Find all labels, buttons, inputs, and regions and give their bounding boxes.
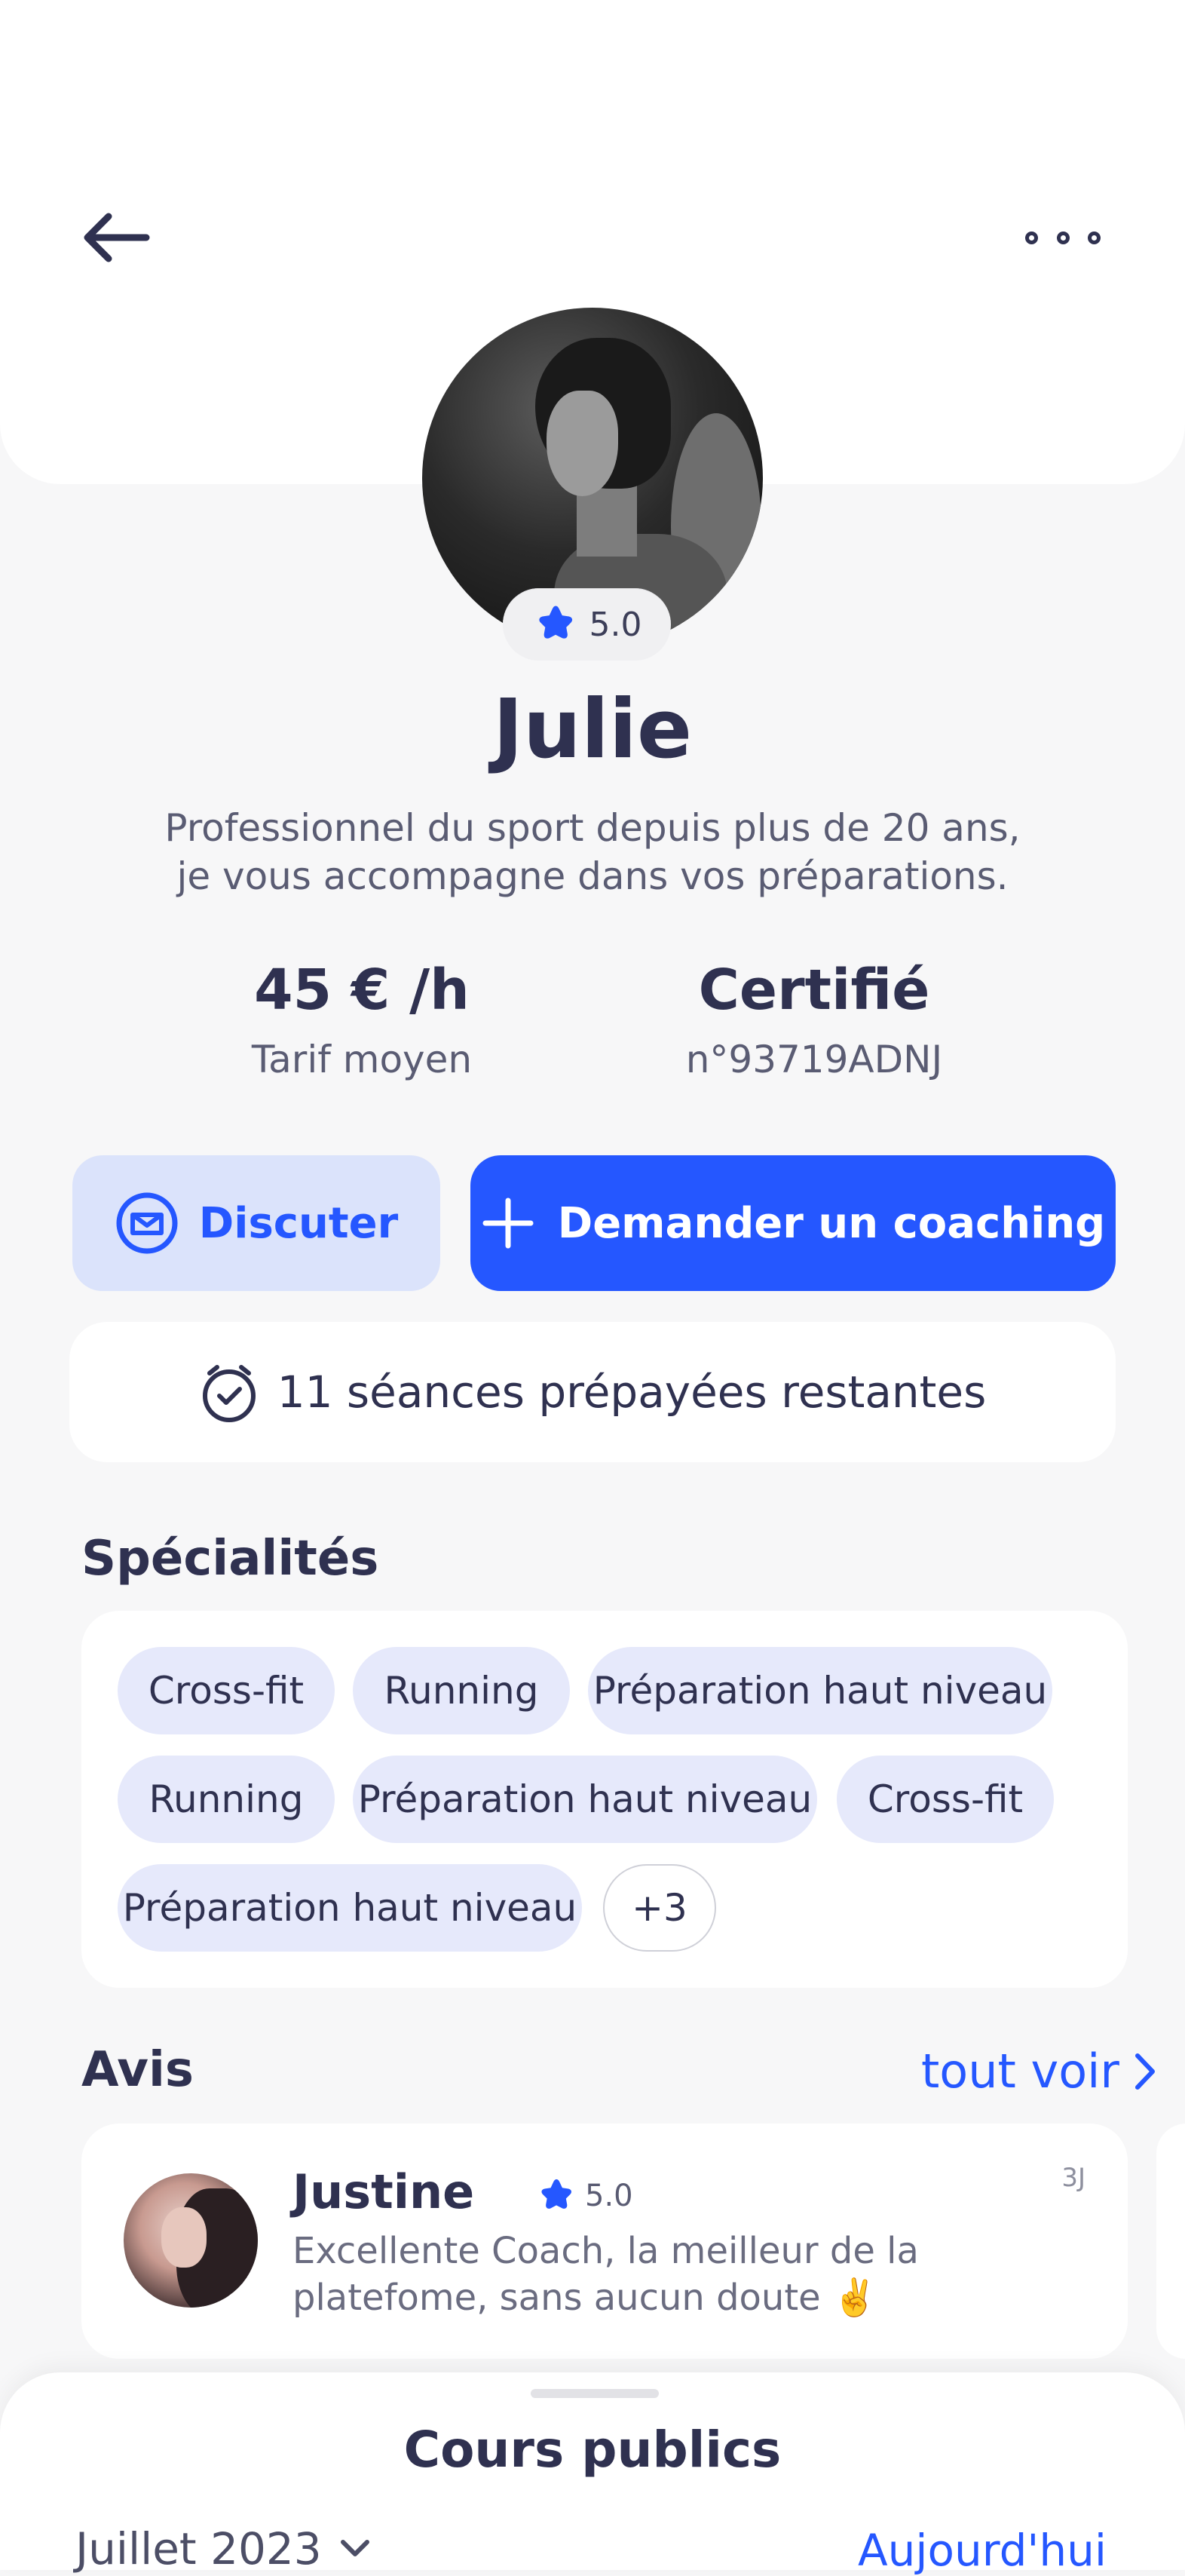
prepaid-sessions-label: 11 séances prépayées restantes [277,1366,987,1418]
message-icon [116,1192,178,1254]
arrow-left-icon [84,213,150,262]
coach-bio: Professionnel du sport depuis plus de 20… [0,804,1185,900]
sheet-drag-handle[interactable] [531,2389,659,2398]
month-selector[interactable]: Juillet 2023 [75,2523,372,2574]
specialty-chip[interactable]: Running [118,1756,335,1843]
certification-number: n°93719ADNJ [685,1038,943,1081]
more-options-button[interactable] [1025,219,1101,256]
coach-name: Julie [492,682,693,777]
reviewer-avatar [124,2173,258,2308]
month-label: Juillet 2023 [75,2523,322,2574]
rate-value: 45 € /h [254,958,470,1023]
certification-stat: Certifié n°93719ADNJ [648,958,980,1081]
rate-stat: 45 € /h Tarif moyen [211,958,513,1081]
chevron-down-icon [340,2540,369,2556]
plus-icon [482,1198,534,1249]
review-rating-value: 5.0 [585,2179,633,2213]
review-card[interactable]: Justine 5.0 3J Excellente Coach, la meil… [81,2124,1128,2359]
review-text: Excellente Coach, la meilleur de la plat… [292,2230,919,2319]
bio-line-2: je vous accompagne dans vos préparations… [176,854,1009,898]
back-button[interactable] [78,204,161,271]
public-courses-sheet[interactable]: Cours publics Juillet 2023 Aujourd'hui [0,2372,1185,2576]
request-coaching-button[interactable]: Demander un coaching [470,1155,1116,1291]
prepaid-sessions-banner[interactable]: 11 séances prépayées restantes [69,1322,1116,1462]
specialties-card: Cross-fit Running Préparation haut nivea… [81,1611,1128,1988]
public-courses-title: Cours publics [403,2421,782,2479]
reviews-title: Avis [81,2042,194,2098]
timer-icon [202,1365,256,1422]
specialty-chip[interactable]: Préparation haut niveau [588,1647,1052,1734]
star-icon [538,606,572,639]
specialty-chip[interactable]: Running [353,1647,570,1734]
specialties-title: Spécialités [81,1531,379,1587]
request-coaching-label: Demander un coaching [557,1198,1106,1248]
certification-value: Certifié [698,958,930,1023]
specialty-chip[interactable]: Cross-fit [837,1756,1054,1843]
chat-button-label: Discuter [198,1198,399,1248]
chevron-right-icon [1134,2053,1155,2090]
reviewer-name: Justine [292,2164,475,2219]
coach-rating-badge: 5.0 [503,588,671,661]
next-review-card[interactable] [1156,2124,1185,2359]
specialty-chip[interactable]: Cross-fit [118,1647,335,1734]
chat-button[interactable]: Discuter [72,1155,440,1291]
star-icon [541,2179,571,2209]
rate-label: Tarif moyen [251,1038,473,1081]
today-button[interactable]: Aujourd'hui [858,2525,1107,2576]
review-time: 3J [1061,2163,1085,2193]
see-all-label: tout voir [921,2044,1119,2099]
specialty-chip[interactable]: Préparation haut niveau [353,1756,817,1843]
review-rating: 5.0 [535,2175,633,2217]
bio-line-1: Professionnel du sport depuis plus de 20… [164,806,1021,850]
rating-value: 5.0 [589,605,642,644]
more-specialties-chip[interactable]: +3 [603,1864,716,1952]
more-dots-icon [1025,231,1038,244]
see-all-reviews-link[interactable]: tout voir [921,2044,1159,2099]
specialty-chip[interactable]: Préparation haut niveau [118,1864,582,1952]
